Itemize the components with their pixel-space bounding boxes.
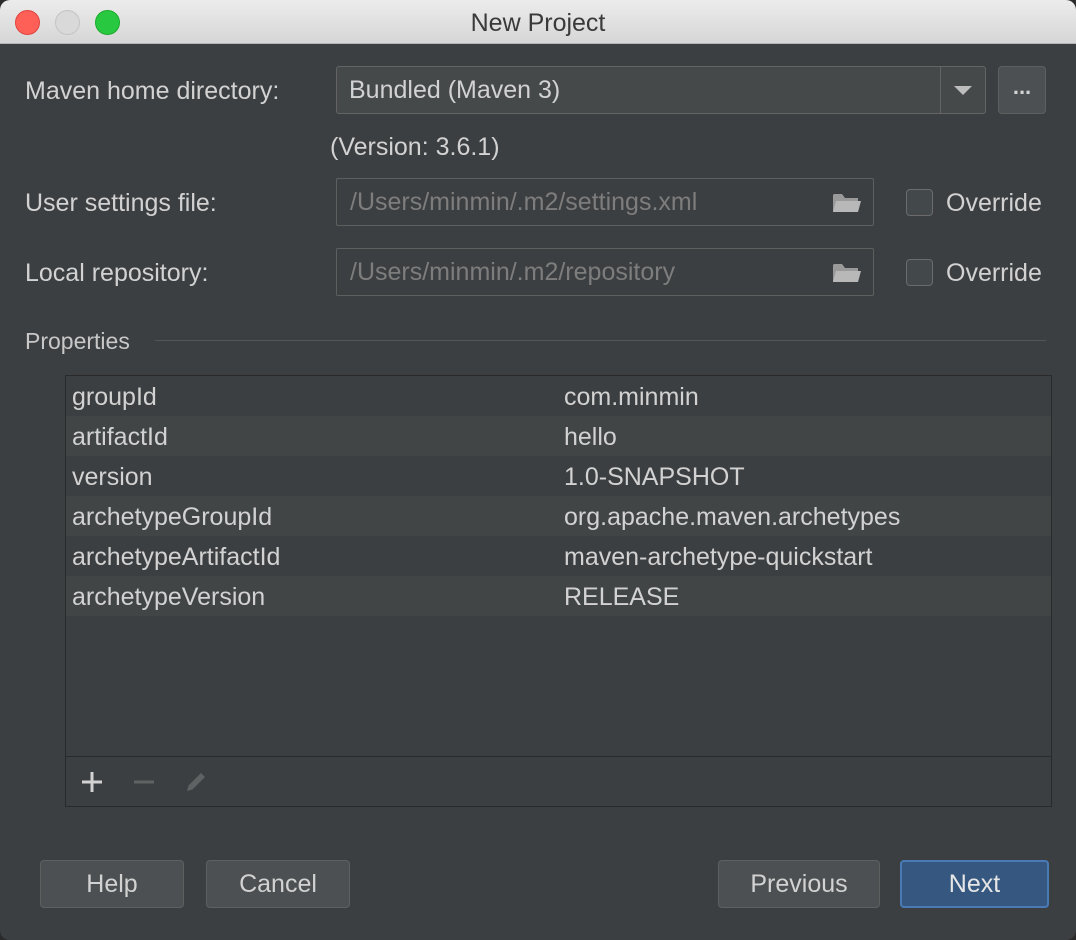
user-settings-override-checkbox[interactable]	[906, 189, 933, 216]
minus-icon[interactable]	[126, 764, 162, 800]
folder-icon[interactable]	[832, 192, 862, 214]
plus-icon[interactable]	[74, 764, 110, 800]
window-title: New Project	[470, 9, 606, 37]
title-bar: New Project	[0, 0, 1076, 44]
table-row[interactable]: version 1.0-SNAPSHOT	[66, 456, 1051, 496]
maven-home-dropdown[interactable]: Bundled (Maven 3)	[336, 66, 986, 114]
browse-maven-home-button[interactable]: ...	[998, 66, 1046, 114]
chevron-down-icon[interactable]	[940, 67, 985, 113]
table-row[interactable]: groupId com.minmin	[66, 376, 1051, 416]
maven-home-label: Maven home directory:	[25, 77, 280, 105]
user-settings-override-label[interactable]: Override	[946, 189, 1042, 218]
pencil-icon[interactable]	[178, 764, 214, 800]
user-settings-path: /Users/minmin/.m2/settings.xml	[350, 188, 698, 216]
table-row[interactable]: archetypeGroupId org.apache.maven.archet…	[66, 496, 1051, 536]
maven-home-value: Bundled (Maven 3)	[349, 76, 561, 104]
property-value: org.apache.maven.archetypes	[564, 503, 901, 531]
table-row[interactable]: archetypeArtifactId maven-archetype-quic…	[66, 536, 1051, 576]
table-row[interactable]: archetypeVersion RELEASE	[66, 576, 1051, 616]
local-repository-override-checkbox[interactable]	[906, 259, 933, 286]
previous-button[interactable]: Previous	[718, 860, 880, 908]
user-settings-field: /Users/minmin/.m2/settings.xml	[336, 178, 874, 226]
local-repository-label: Local repository:	[25, 259, 209, 287]
property-key: artifactId	[72, 423, 168, 451]
property-value: maven-archetype-quickstart	[564, 543, 873, 571]
help-button[interactable]: Help	[40, 860, 184, 908]
table-row[interactable]: artifactId hello	[66, 416, 1051, 456]
property-value: hello	[564, 423, 617, 451]
local-repository-override-label[interactable]: Override	[946, 259, 1042, 288]
folder-icon[interactable]	[832, 262, 862, 284]
cancel-button[interactable]: Cancel	[206, 860, 350, 908]
property-value: 1.0-SNAPSHOT	[564, 463, 745, 491]
property-key: groupId	[72, 383, 157, 411]
new-project-dialog: New Project Maven home directory: Bundle…	[0, 0, 1076, 940]
section-divider	[155, 340, 1046, 341]
next-button[interactable]: Next	[900, 860, 1049, 908]
local-repository-field: /Users/minmin/.m2/repository	[336, 248, 874, 296]
property-key: version	[72, 463, 153, 491]
properties-toolbar	[66, 756, 1051, 806]
user-settings-label: User settings file:	[25, 189, 217, 217]
property-key: archetypeGroupId	[72, 503, 273, 531]
local-repository-path: /Users/minmin/.m2/repository	[350, 258, 676, 286]
properties-section-title: Properties	[25, 328, 130, 354]
property-value: com.minmin	[564, 383, 699, 411]
maven-version-text: (Version: 3.6.1)	[330, 133, 500, 161]
property-key: archetypeVersion	[72, 583, 266, 611]
property-value: RELEASE	[564, 583, 680, 611]
property-key: archetypeArtifactId	[72, 543, 281, 571]
properties-table: groupId com.minmin artifactId hello vers…	[65, 375, 1052, 807]
